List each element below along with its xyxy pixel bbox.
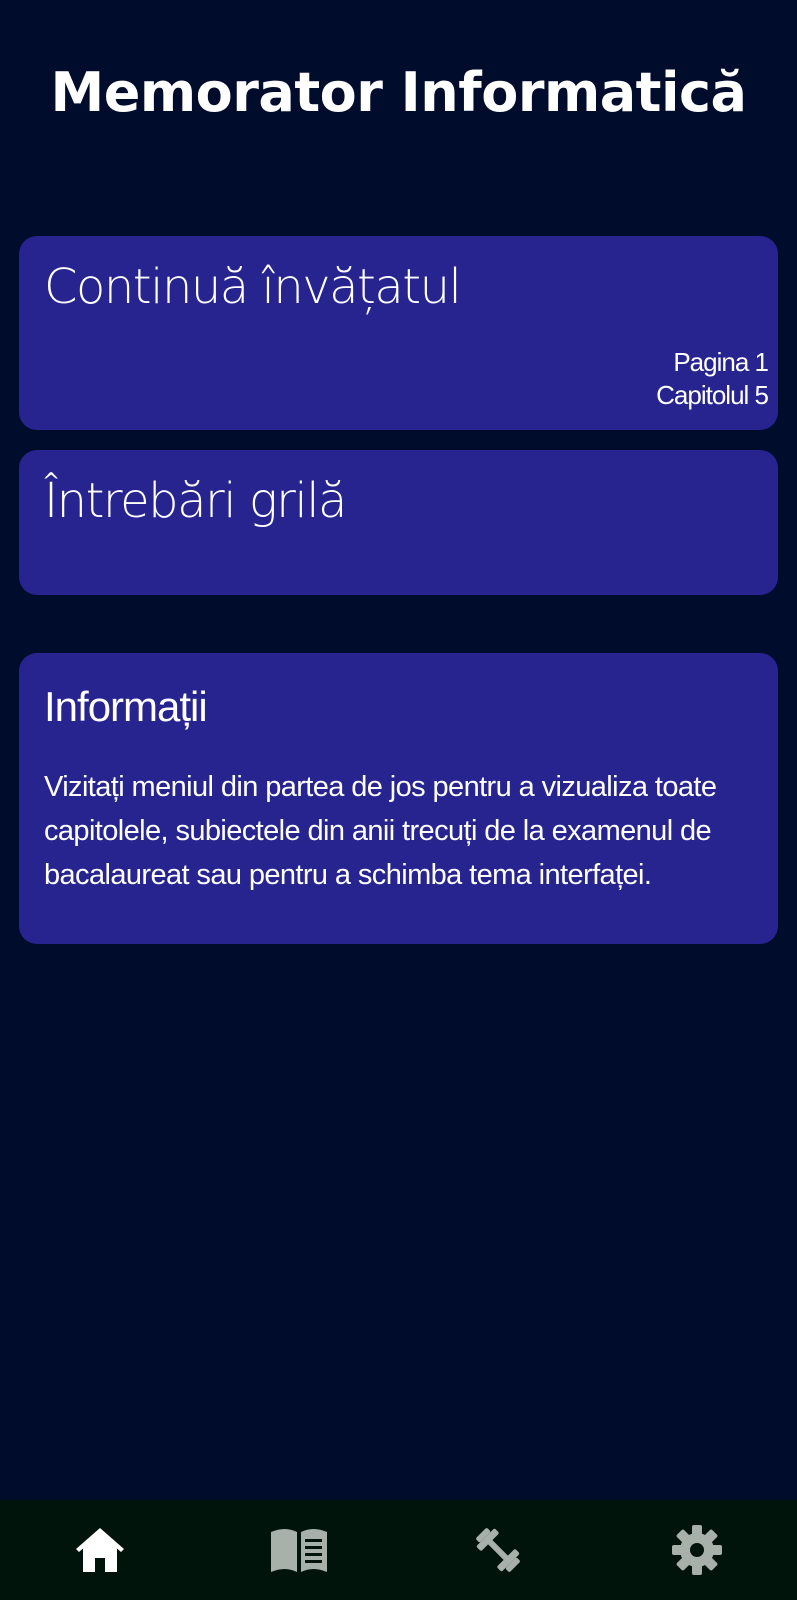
quiz-questions-title: Întrebări grilă	[44, 473, 347, 529]
book-icon	[270, 1529, 327, 1572]
info-card: Informații Vizitați meniul din partea de…	[19, 653, 778, 944]
progress-chapter: Capitolul 5	[656, 380, 769, 410]
continue-learning-title: Continuă învățatul	[44, 259, 462, 315]
quiz-questions-card[interactable]: Întrebări grilă	[19, 450, 778, 595]
bottom-navigation	[0, 1500, 797, 1600]
progress-info: Pagina 1 Capitolul 5	[656, 346, 769, 412]
nav-chapters[interactable]	[239, 1500, 359, 1600]
nav-home[interactable]	[40, 1500, 160, 1600]
dumbbell-icon	[476, 1528, 520, 1572]
home-icon	[75, 1528, 124, 1572]
nav-exercises[interactable]	[438, 1500, 558, 1600]
info-text: Vizitați meniul din partea de jos pentru…	[44, 771, 717, 891]
app-title: Memorator Informatică	[50, 61, 747, 124]
continue-learning-card[interactable]: Continuă învățatul Pagina 1 Capitolul 5	[19, 236, 778, 430]
gear-icon	[672, 1525, 723, 1575]
progress-page: Pagina 1	[673, 347, 769, 377]
nav-settings[interactable]	[637, 1500, 757, 1600]
info-title: Informații	[44, 683, 208, 730]
